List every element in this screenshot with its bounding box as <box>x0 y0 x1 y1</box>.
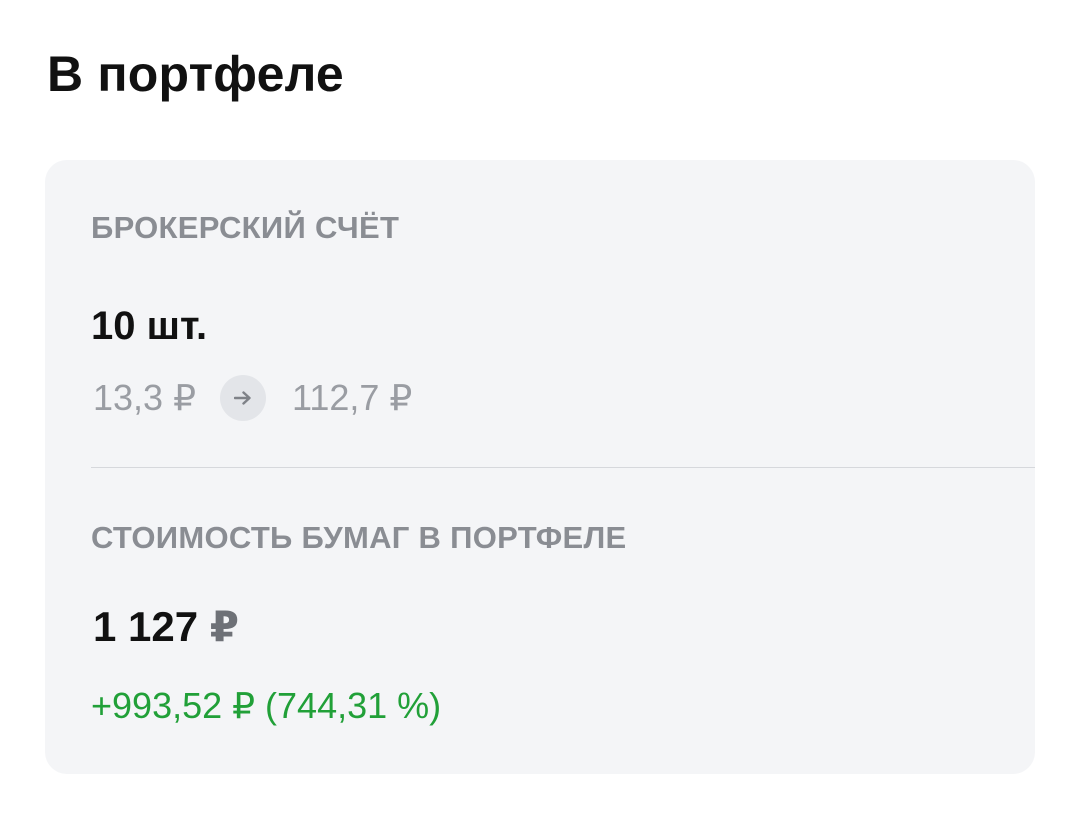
price-to: 112,7 ₽ <box>291 377 413 418</box>
page-title: В портфеле <box>47 46 344 102</box>
account-label: БРОКЕРСКИЙ СЧЁТ <box>91 210 400 245</box>
divider <box>91 467 1035 468</box>
total-amount: 1 127 <box>93 603 199 650</box>
arrow-right-icon <box>219 375 266 421</box>
quantity-value: 10 шт. <box>91 304 208 348</box>
total-currency: ₽ <box>209 603 240 650</box>
portfolio-card[interactable]: БРОКЕРСКИЙ СЧЁТ 10 шт. 13,3 ₽ 112,7 ₽ СТ… <box>45 160 1035 774</box>
profit-change: +993,52 ₽ (744,31 %) <box>91 685 442 726</box>
portfolio-total-value: 1 127 ₽ <box>93 602 239 652</box>
portfolio-value-label: СТОИМОСТЬ БУМАГ В ПОРТФЕЛЕ <box>91 520 627 555</box>
price-from: 13,3 ₽ <box>93 377 196 418</box>
price-change-row: 13,3 ₽ 112,7 ₽ <box>93 374 412 422</box>
